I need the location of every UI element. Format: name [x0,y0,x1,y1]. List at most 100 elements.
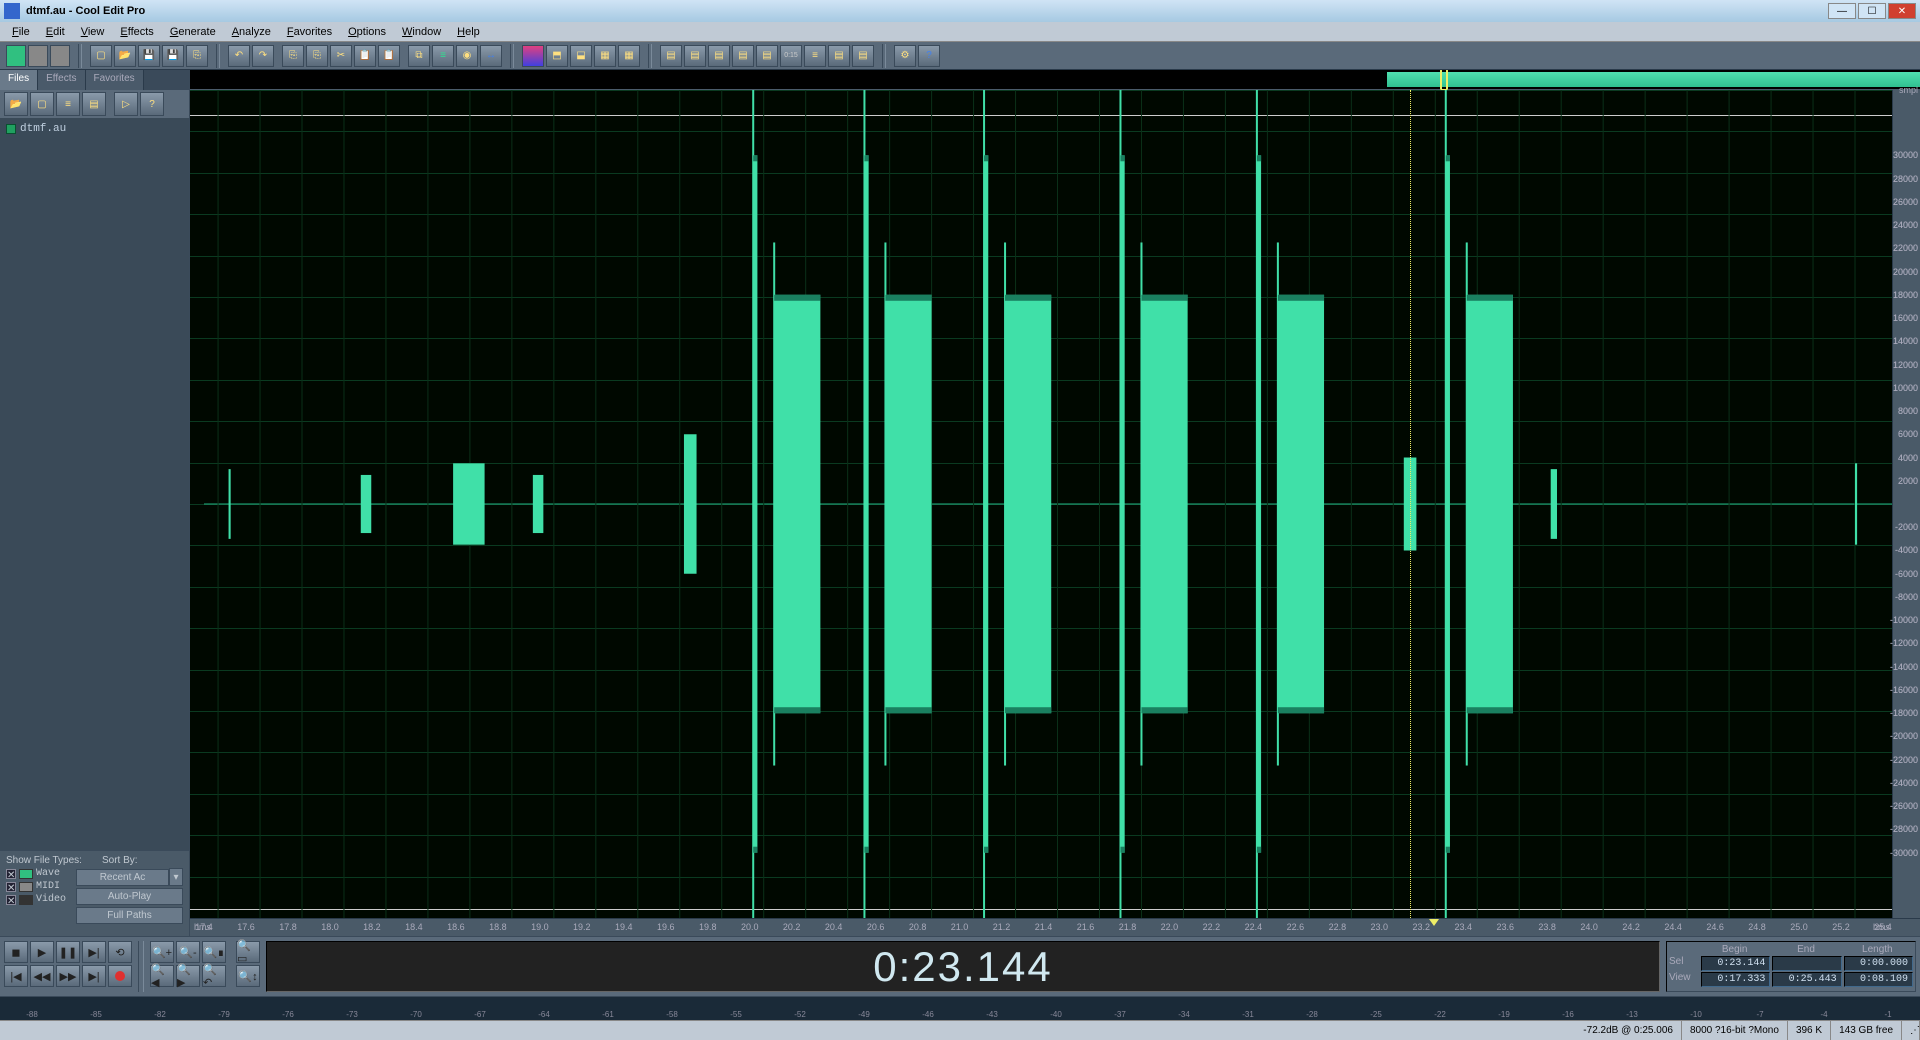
time-toggle-button[interactable]: ▤ [756,45,778,67]
organizer-play-button[interactable]: ▷ [114,92,138,116]
menu-view[interactable]: View [73,24,113,40]
titlebar[interactable]: dtmf.au - Cool Edit Pro — ☐ ✕ [0,0,1920,22]
both-channel-button[interactable]: ▦ [594,45,616,67]
settings-button[interactable]: ⚙ [894,45,916,67]
filetype-check-video[interactable]: ✕ [6,895,16,905]
zoom-full-button[interactable]: 🔍∎ [202,941,226,963]
open-file-button[interactable]: 📂 [114,45,136,67]
organizer-tab-effects[interactable]: Effects [38,70,85,90]
sort-dropdown-button[interactable]: ▾ [169,868,183,886]
trim-button[interactable]: ⧉ [408,45,430,67]
level-meter[interactable]: -88-85-82-79-76-73-70-67-64-61-58-55-52-… [0,996,1920,1020]
menu-analyze[interactable]: Analyze [224,24,279,40]
menu-favorites[interactable]: Favorites [279,24,340,40]
sel-value[interactable]: 0:25.443 [1772,972,1841,987]
cue-list-button[interactable]: ▤ [684,45,706,67]
full-paths-button[interactable]: Full Paths [76,907,183,924]
zoom-in-right-button[interactable]: 🔍▶ [176,965,200,987]
save-all-button[interactable]: 💾 [162,45,184,67]
overview-view-range[interactable] [1387,72,1920,87]
minimize-button[interactable]: — [1828,3,1856,19]
left-channel-button[interactable]: ⬒ [546,45,568,67]
status-toggle-button[interactable]: ▤ [852,45,874,67]
filetype-check-midi[interactable]: ✕ [6,882,16,892]
cd-view-button[interactable] [50,45,70,67]
close-button[interactable]: ✕ [1888,3,1916,19]
menu-help[interactable]: Help [449,24,488,40]
overview-cursor[interactable] [1440,70,1448,89]
status-grip[interactable]: ⋰ [1902,1021,1920,1040]
sel-value[interactable]: 0:00.000 [1844,956,1913,971]
sel-value[interactable]: 0:23.144 [1701,956,1770,971]
spectral-toggle-button[interactable] [522,45,544,67]
loop-button[interactable]: ⟲ [108,941,132,963]
paste-button[interactable]: 📋 [354,45,376,67]
right-channel-button[interactable]: ⬓ [570,45,592,67]
meter-toggle-button[interactable]: ≡ [804,45,826,67]
zoom-out-h-button[interactable]: 🔍- [176,941,200,963]
zoom-in-h-button[interactable]: 🔍+ [150,941,174,963]
sel-value[interactable] [1772,956,1841,971]
batch-button[interactable]: ⎘ [186,45,208,67]
organizer-options-button[interactable]: ? [140,92,164,116]
organizer-close-button[interactable]: ▢ [30,92,54,116]
playback-cursor[interactable] [1410,90,1411,918]
file-list[interactable]: dtmf.au [0,118,189,850]
convert-button[interactable]: ↔ [480,45,502,67]
insert-multitrack-button[interactable]: ≡ [432,45,454,67]
cut-button[interactable]: ✂ [330,45,352,67]
multitrack-view-button[interactable] [28,45,48,67]
auto-play-button[interactable]: Auto-Play [76,888,183,905]
time-ruler[interactable]: hms hms 17.417.617.818.018.218.418.618.8… [190,918,1920,936]
sort-by-select[interactable]: Recent Ac [76,869,169,886]
menu-generate[interactable]: Generate [162,24,224,40]
copy-button[interactable]: ⎘ [282,45,304,67]
go-start-button[interactable]: |◀ [4,965,28,987]
organizer-insert-button[interactable]: ≡ [56,92,80,116]
menu-options[interactable]: Options [340,24,394,40]
zoom-prev-button[interactable]: 🔍↶ [202,965,226,987]
redo-button[interactable]: ↷ [252,45,274,67]
menu-window[interactable]: Window [394,24,449,40]
help-button[interactable]: ? [918,45,940,67]
go-end-button[interactable]: ▶| [82,965,106,987]
mix-paste-button[interactable]: 📋 [378,45,400,67]
stop-button[interactable]: ◼ [4,941,28,963]
zoom-vertical-button[interactable]: 🔍↕ [236,965,260,987]
save-file-button[interactable]: 💾 [138,45,160,67]
edit-view-button[interactable] [6,45,26,67]
play-to-end-button[interactable]: ▶| [82,941,106,963]
amplitude-scale[interactable]: smpl 30000280002600024000220002000018000… [1892,90,1920,918]
menu-effects[interactable]: Effects [112,24,161,40]
zoom-toggle-button[interactable]: ▤ [732,45,754,67]
pause-button[interactable]: ❚❚ [56,941,80,963]
undo-button[interactable]: ↶ [228,45,250,67]
organizer-edit-button[interactable]: ▤ [82,92,106,116]
waveform-canvas[interactable]: smpl 30000280002600024000220002000018000… [190,90,1920,918]
sel-toggle-button[interactable]: 0:15 [780,45,802,67]
organizer-open-button[interactable]: 📂 [4,92,28,116]
zoom-selection-button[interactable]: 🔍▭ [236,941,260,963]
zoom-in-left-button[interactable]: 🔍◀ [150,965,174,987]
time-ruler-marker[interactable] [1429,919,1439,926]
filetype-check-wave[interactable]: ✕ [6,869,16,879]
transport-toggle-button[interactable]: ▤ [708,45,730,67]
rewind-button[interactable]: ◀◀ [30,965,54,987]
placekeeper-button[interactable]: ▤ [828,45,850,67]
menu-edit[interactable]: Edit [38,24,73,40]
time-display[interactable]: 0:23.144 [266,941,1660,992]
new-file-button[interactable]: ▢ [90,45,112,67]
organizer-tab-files[interactable]: Files [0,70,38,90]
group-button[interactable]: ▦ [618,45,640,67]
organizer-tab-favorites[interactable]: Favorites [86,70,144,90]
maximize-button[interactable]: ☐ [1858,3,1886,19]
sel-value[interactable]: 0:08.109 [1844,972,1913,987]
copy-new-button[interactable]: ⎘ [306,45,328,67]
play-button[interactable]: ▶ [30,941,54,963]
organizer-toggle-button[interactable]: ▤ [660,45,682,67]
sel-value[interactable]: 0:17.333 [1701,972,1770,987]
forward-button[interactable]: ▶▶ [56,965,80,987]
menu-file[interactable]: File [4,24,38,40]
file-item[interactable]: dtmf.au [4,122,185,136]
overview-bar[interactable] [190,70,1920,90]
